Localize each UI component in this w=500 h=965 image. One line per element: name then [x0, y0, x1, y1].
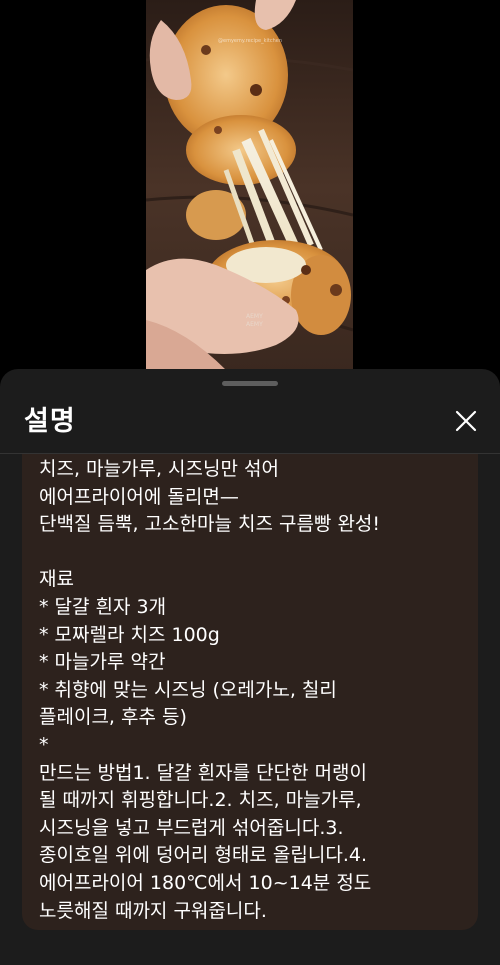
drag-handle[interactable] — [222, 381, 278, 386]
cheese-bread-pull-image: ΑΕΜΥ ΑΕΜΥ @emyemy.recipe_kitchen — [146, 0, 353, 375]
video-frame[interactable]: ΑΕΜΥ ΑΕΜΥ @emyemy.recipe_kitchen — [146, 0, 353, 375]
svg-text:ΑΕΜΥ: ΑΕΜΥ — [246, 313, 263, 320]
description-text: 치즈, 마늘가루, 시즈닝만 섞어 에어프라이어에 돌리면— 단백질 듬뿍, 고… — [39, 458, 381, 922]
svg-text:@emyemy.recipe_kitchen: @emyemy.recipe_kitchen — [218, 38, 282, 44]
description-sheet: 설명 치즈, 마늘가루, 시즈닝만 섞어 에어프라이어에 돌리면— 단백질 듬뿍… — [0, 369, 500, 965]
close-icon — [455, 410, 477, 432]
svg-text:ΑΕΜΥ: ΑΕΜΥ — [246, 321, 263, 328]
sheet-title: 설명 — [24, 406, 76, 437]
video-player[interactable]: ΑΕΜΥ ΑΕΜΥ @emyemy.recipe_kitchen — [0, 0, 500, 375]
description-card: 치즈, 마늘가루, 시즈닝만 섞어 에어프라이어에 돌리면— 단백질 듬뿍, 고… — [22, 454, 478, 930]
close-button[interactable] — [446, 401, 486, 441]
